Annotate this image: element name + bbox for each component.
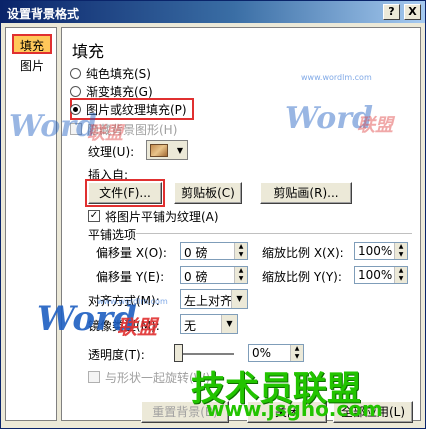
align-select[interactable]: 左上对齐 ▼ (180, 289, 248, 309)
close-window-button[interactable]: X (404, 4, 421, 20)
offset-x-label: 偏移量 X(O): (96, 246, 167, 260)
radio-circle[interactable] (70, 67, 81, 79)
radio-label: 纯色填充(S) (86, 66, 151, 81)
nav-item-fill[interactable]: 填充 (12, 34, 52, 54)
scale-y-spinner[interactable]: 100% ▲ ▼ (354, 266, 408, 284)
tile-row[interactable]: ✓ 将图片平铺为纹理(A) (88, 207, 219, 225)
transparency-value: 0% (252, 346, 272, 360)
offset-x-value: 0 磅 (184, 246, 208, 260)
spin-arrows-icon[interactable]: ▲ ▼ (234, 267, 247, 283)
watermark-lianmeng-2: 联盟 (357, 115, 393, 136)
transparency-slider-thumb[interactable] (174, 344, 183, 362)
file-button[interactable]: 文件(F)... (85, 179, 165, 207)
watermark-lianmeng-1: 联盟 (87, 123, 123, 144)
transparency-spinner[interactable]: 0% ▲ ▼ (248, 344, 304, 362)
spin-arrows-icon[interactable]: ▲ ▼ (290, 345, 303, 361)
dialog-title: 设置背景格式 (7, 7, 80, 21)
mirror-select[interactable]: 无 ▼ (180, 314, 238, 334)
offset-x-spinner[interactable]: 0 磅 ▲ ▼ (180, 242, 248, 260)
offset-y-label: 偏移量 Y(E): (96, 270, 165, 284)
spin-arrows-icon[interactable]: ▲ ▼ (394, 267, 407, 283)
chevron-down-icon: ▼ (221, 315, 237, 333)
texture-label: 纹理(U): (88, 145, 135, 159)
tile-checkbox[interactable]: ✓ (88, 210, 100, 222)
watermark-site-1: www.wordlm.com (301, 73, 372, 82)
tile-options-title: 平铺选项 (88, 228, 137, 242)
rotate-checkbox[interactable] (88, 371, 100, 383)
scale-x-spinner[interactable]: 100% ▲ ▼ (354, 242, 408, 260)
insert-from-label: 插入自: (88, 168, 129, 182)
chevron-down-icon: ▼ (176, 146, 183, 155)
scale-x-label: 缩放比例 X(X): (262, 246, 344, 260)
watermark-brand-url: www.jsgho.com (206, 397, 383, 421)
divider (136, 233, 412, 234)
chevron-down-icon: ▼ (231, 290, 247, 308)
format-background-dialog: 设置背景格式 ? X 填充 图片 填充 纯色填充(S) 渐变填充(G) 图片或纹… (0, 0, 426, 429)
watermark-site-2: www.wordlm.com (97, 297, 168, 306)
radio-circle[interactable] (70, 85, 81, 97)
watermark-lianmeng-3: 联盟 (117, 315, 157, 339)
align-value: 左上对齐 (184, 294, 233, 308)
texture-picker[interactable]: ▼ (146, 140, 188, 160)
transparency-slider-track[interactable] (174, 353, 234, 355)
radio-label: 渐变填充(G) (86, 84, 153, 99)
watermark-word-1: Word (9, 109, 98, 144)
category-nav: 填充 图片 (5, 27, 57, 421)
clipart-button[interactable]: 剪贴画(R)... (260, 182, 352, 204)
scale-y-value: 100% (358, 268, 393, 282)
transparency-label: 透明度(T): (88, 348, 145, 362)
tile-label: 将图片平铺为纹理(A) (105, 209, 219, 224)
title-bar: 设置背景格式 ? X (1, 1, 425, 23)
texture-swatch (150, 144, 168, 157)
spin-arrows-icon[interactable]: ▲ ▼ (394, 243, 407, 259)
spin-arrows-icon[interactable]: ▲ ▼ (234, 243, 247, 259)
radio-label: 图片或纹理填充(P) (86, 102, 187, 117)
nav-item-picture[interactable]: 图片 (12, 56, 52, 76)
offset-y-spinner[interactable]: 0 磅 ▲ ▼ (180, 266, 248, 284)
offset-y-value: 0 磅 (184, 270, 208, 284)
clipboard-button[interactable]: 剪贴板(C) (174, 182, 242, 204)
mirror-value: 无 (184, 319, 197, 333)
panel-heading: 填充 (72, 42, 105, 61)
scale-x-value: 100% (358, 244, 393, 258)
radio-solid-fill[interactable]: 纯色填充(S) (70, 64, 151, 82)
scale-y-label: 缩放比例 Y(Y): (262, 270, 342, 284)
help-button[interactable]: ? (383, 4, 400, 20)
